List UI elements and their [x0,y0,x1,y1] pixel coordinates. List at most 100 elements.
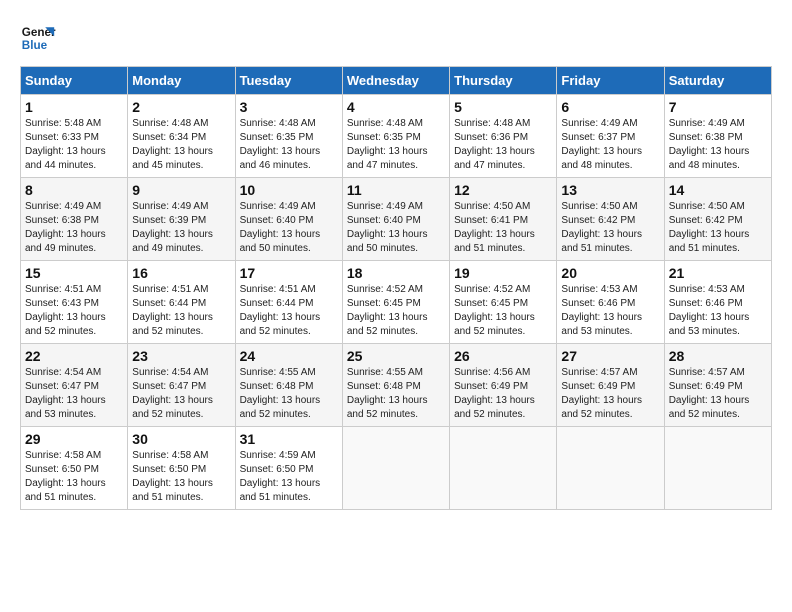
day-detail: Sunrise: 4:56 AM Sunset: 6:49 PM Dayligh… [454,366,552,422]
day-detail: Sunrise: 5:48 AM Sunset: 6:33 PM Dayligh… [25,117,123,173]
day-detail: Sunrise: 4:48 AM Sunset: 6:34 PM Dayligh… [132,117,230,173]
calendar-cell [557,427,664,510]
day-number: 14 [669,182,767,198]
calendar-cell: 9 Sunrise: 4:49 AM Sunset: 6:39 PM Dayli… [128,178,235,261]
day-detail: Sunrise: 4:49 AM Sunset: 6:38 PM Dayligh… [25,200,123,256]
calendar-week-row: 1 Sunrise: 5:48 AM Sunset: 6:33 PM Dayli… [21,95,772,178]
logo-icon: General Blue [20,20,56,56]
calendar-cell: 18 Sunrise: 4:52 AM Sunset: 6:45 PM Dayl… [342,261,449,344]
calendar-cell [664,427,771,510]
day-number: 21 [669,265,767,281]
day-number: 23 [132,348,230,364]
calendar-header-saturday: Saturday [664,67,771,95]
calendar-cell: 30 Sunrise: 4:58 AM Sunset: 6:50 PM Dayl… [128,427,235,510]
calendar-cell: 1 Sunrise: 5:48 AM Sunset: 6:33 PM Dayli… [21,95,128,178]
day-detail: Sunrise: 4:48 AM Sunset: 6:35 PM Dayligh… [347,117,445,173]
calendar-cell: 28 Sunrise: 4:57 AM Sunset: 6:49 PM Dayl… [664,344,771,427]
calendar-cell: 15 Sunrise: 4:51 AM Sunset: 6:43 PM Dayl… [21,261,128,344]
day-number: 19 [454,265,552,281]
page-header: General Blue [20,20,772,56]
calendar-cell: 7 Sunrise: 4:49 AM Sunset: 6:38 PM Dayli… [664,95,771,178]
calendar-cell: 20 Sunrise: 4:53 AM Sunset: 6:46 PM Dayl… [557,261,664,344]
calendar-cell: 3 Sunrise: 4:48 AM Sunset: 6:35 PM Dayli… [235,95,342,178]
day-number: 8 [25,182,123,198]
calendar-cell: 23 Sunrise: 4:54 AM Sunset: 6:47 PM Dayl… [128,344,235,427]
day-detail: Sunrise: 4:49 AM Sunset: 6:38 PM Dayligh… [669,117,767,173]
day-number: 16 [132,265,230,281]
day-number: 22 [25,348,123,364]
day-detail: Sunrise: 4:57 AM Sunset: 6:49 PM Dayligh… [561,366,659,422]
day-number: 20 [561,265,659,281]
calendar-cell: 12 Sunrise: 4:50 AM Sunset: 6:41 PM Dayl… [450,178,557,261]
calendar-cell: 5 Sunrise: 4:48 AM Sunset: 6:36 PM Dayli… [450,95,557,178]
day-detail: Sunrise: 4:48 AM Sunset: 6:36 PM Dayligh… [454,117,552,173]
day-detail: Sunrise: 4:58 AM Sunset: 6:50 PM Dayligh… [132,449,230,505]
day-detail: Sunrise: 4:51 AM Sunset: 6:43 PM Dayligh… [25,283,123,339]
day-detail: Sunrise: 4:49 AM Sunset: 6:37 PM Dayligh… [561,117,659,173]
calendar-cell: 31 Sunrise: 4:59 AM Sunset: 6:50 PM Dayl… [235,427,342,510]
calendar-cell: 13 Sunrise: 4:50 AM Sunset: 6:42 PM Dayl… [557,178,664,261]
calendar-header-tuesday: Tuesday [235,67,342,95]
day-number: 2 [132,99,230,115]
calendar-cell [450,427,557,510]
logo: General Blue [20,20,56,56]
calendar-week-row: 22 Sunrise: 4:54 AM Sunset: 6:47 PM Dayl… [21,344,772,427]
day-number: 9 [132,182,230,198]
day-number: 12 [454,182,552,198]
calendar-header-sunday: Sunday [21,67,128,95]
day-number: 30 [132,431,230,447]
day-number: 31 [240,431,338,447]
day-detail: Sunrise: 4:49 AM Sunset: 6:40 PM Dayligh… [347,200,445,256]
calendar-cell: 16 Sunrise: 4:51 AM Sunset: 6:44 PM Dayl… [128,261,235,344]
calendar-header-friday: Friday [557,67,664,95]
day-number: 6 [561,99,659,115]
day-number: 7 [669,99,767,115]
day-detail: Sunrise: 4:52 AM Sunset: 6:45 PM Dayligh… [347,283,445,339]
day-number: 24 [240,348,338,364]
day-detail: Sunrise: 4:51 AM Sunset: 6:44 PM Dayligh… [132,283,230,339]
calendar-cell: 2 Sunrise: 4:48 AM Sunset: 6:34 PM Dayli… [128,95,235,178]
day-number: 28 [669,348,767,364]
day-detail: Sunrise: 4:58 AM Sunset: 6:50 PM Dayligh… [25,449,123,505]
calendar-cell: 29 Sunrise: 4:58 AM Sunset: 6:50 PM Dayl… [21,427,128,510]
calendar-cell: 10 Sunrise: 4:49 AM Sunset: 6:40 PM Dayl… [235,178,342,261]
day-number: 11 [347,182,445,198]
svg-text:Blue: Blue [22,39,48,52]
calendar-header-wednesday: Wednesday [342,67,449,95]
day-detail: Sunrise: 4:51 AM Sunset: 6:44 PM Dayligh… [240,283,338,339]
calendar-header-thursday: Thursday [450,67,557,95]
day-detail: Sunrise: 4:50 AM Sunset: 6:42 PM Dayligh… [669,200,767,256]
calendar-header-monday: Monday [128,67,235,95]
day-number: 10 [240,182,338,198]
calendar-cell: 24 Sunrise: 4:55 AM Sunset: 6:48 PM Dayl… [235,344,342,427]
day-number: 27 [561,348,659,364]
day-number: 13 [561,182,659,198]
day-number: 17 [240,265,338,281]
day-number: 18 [347,265,445,281]
calendar-week-row: 8 Sunrise: 4:49 AM Sunset: 6:38 PM Dayli… [21,178,772,261]
calendar-cell: 8 Sunrise: 4:49 AM Sunset: 6:38 PM Dayli… [21,178,128,261]
calendar-cell: 4 Sunrise: 4:48 AM Sunset: 6:35 PM Dayli… [342,95,449,178]
day-number: 25 [347,348,445,364]
calendar-cell: 27 Sunrise: 4:57 AM Sunset: 6:49 PM Dayl… [557,344,664,427]
calendar-cell: 26 Sunrise: 4:56 AM Sunset: 6:49 PM Dayl… [450,344,557,427]
calendar-cell: 25 Sunrise: 4:55 AM Sunset: 6:48 PM Dayl… [342,344,449,427]
day-detail: Sunrise: 4:55 AM Sunset: 6:48 PM Dayligh… [240,366,338,422]
calendar-week-row: 15 Sunrise: 4:51 AM Sunset: 6:43 PM Dayl… [21,261,772,344]
calendar-cell: 17 Sunrise: 4:51 AM Sunset: 6:44 PM Dayl… [235,261,342,344]
day-detail: Sunrise: 4:48 AM Sunset: 6:35 PM Dayligh… [240,117,338,173]
day-number: 5 [454,99,552,115]
day-detail: Sunrise: 4:49 AM Sunset: 6:39 PM Dayligh… [132,200,230,256]
day-number: 4 [347,99,445,115]
calendar-cell: 11 Sunrise: 4:49 AM Sunset: 6:40 PM Dayl… [342,178,449,261]
calendar-header-row: SundayMondayTuesdayWednesdayThursdayFrid… [21,67,772,95]
day-detail: Sunrise: 4:55 AM Sunset: 6:48 PM Dayligh… [347,366,445,422]
calendar-cell: 22 Sunrise: 4:54 AM Sunset: 6:47 PM Dayl… [21,344,128,427]
calendar-week-row: 29 Sunrise: 4:58 AM Sunset: 6:50 PM Dayl… [21,427,772,510]
day-detail: Sunrise: 4:52 AM Sunset: 6:45 PM Dayligh… [454,283,552,339]
day-number: 15 [25,265,123,281]
day-number: 26 [454,348,552,364]
day-detail: Sunrise: 4:57 AM Sunset: 6:49 PM Dayligh… [669,366,767,422]
day-detail: Sunrise: 4:53 AM Sunset: 6:46 PM Dayligh… [669,283,767,339]
calendar-cell: 14 Sunrise: 4:50 AM Sunset: 6:42 PM Dayl… [664,178,771,261]
